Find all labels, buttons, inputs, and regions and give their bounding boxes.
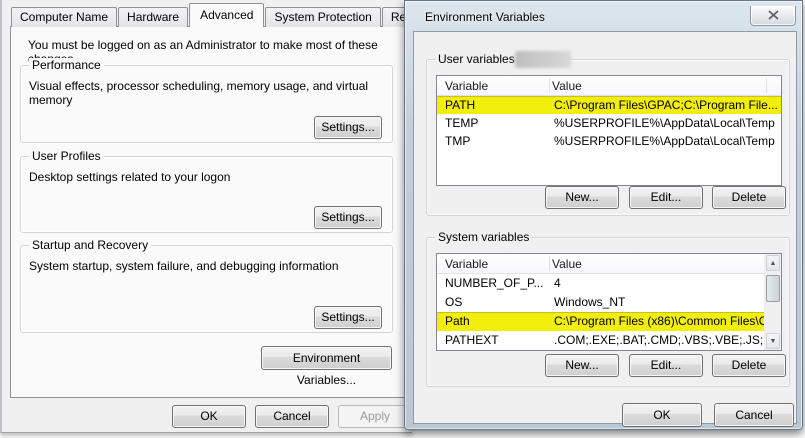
cancel-button[interactable]: Cancel <box>714 403 794 427</box>
system-properties-dialog: Computer Name Hardware Advanced System P… <box>0 0 412 433</box>
list-rows: PATH C:\Program Files\GPAC;C:\Program Fi… <box>437 96 781 150</box>
tab-system-protection[interactable]: System Protection <box>265 7 380 27</box>
ok-button[interactable]: OK <box>622 403 702 427</box>
system-variables-label: System variables <box>435 230 532 244</box>
user-profiles-group: User Profiles Desktop settings related t… <box>20 156 393 233</box>
list-rows: NUMBER_OF_P... 4 OS Windows_NT Path C:\P… <box>437 274 764 350</box>
vertical-scrollbar[interactable]: ▲ ▼ <box>764 254 781 350</box>
column-divider[interactable] <box>766 78 767 93</box>
startup-recovery-settings-button[interactable]: Settings... <box>314 306 382 329</box>
user-profiles-settings-button[interactable]: Settings... <box>314 206 382 229</box>
performance-settings-button[interactable]: Settings... <box>314 116 382 139</box>
column-header-variable[interactable]: Variable <box>445 254 545 274</box>
user-new-button[interactable]: New... <box>545 186 619 209</box>
advanced-tab-page: You must be logged on as an Administrato… <box>10 26 408 398</box>
performance-group-title: Performance <box>29 58 104 72</box>
environment-variables-button[interactable]: Environment Variables... <box>261 346 392 370</box>
cancel-button[interactable]: Cancel <box>255 405 329 428</box>
dialog-client-area: User variables Variable Value PATH <box>413 31 797 424</box>
table-row-number-of-processors[interactable]: NUMBER_OF_P... 4 <box>437 274 764 293</box>
list-header: Variable Value <box>437 76 781 96</box>
user-profiles-description: Desktop settings related to your logon <box>29 170 384 184</box>
column-divider[interactable] <box>549 78 550 93</box>
startup-recovery-group: Startup and Recovery System startup, sys… <box>20 245 393 333</box>
user-delete-button[interactable]: Delete <box>712 186 786 209</box>
list-header: Variable Value <box>437 254 764 274</box>
column-header-variable[interactable]: Variable <box>445 76 545 96</box>
column-divider[interactable] <box>549 256 550 271</box>
performance-description: Visual effects, processor scheduling, me… <box>29 79 384 107</box>
window-frame: Environment Variables User variables Var… <box>404 0 803 430</box>
tab-advanced[interactable]: Advanced <box>189 3 264 27</box>
table-row-tmp[interactable]: TMP %USERPROFILE%\AppData\Local\Temp <box>437 132 781 150</box>
tab-computer-name[interactable]: Computer Name <box>11 7 117 27</box>
startup-recovery-description: System startup, system failure, and debu… <box>29 259 384 273</box>
column-header-value[interactable]: Value <box>552 76 781 96</box>
startup-recovery-group-title: Startup and Recovery <box>29 238 151 252</box>
tab-strip: Computer Name Hardware Advanced System P… <box>11 6 443 27</box>
table-row-os[interactable]: OS Windows_NT <box>437 293 764 312</box>
table-row-path[interactable]: PATH C:\Program Files\GPAC;C:\Program Fi… <box>437 96 781 114</box>
tab-hardware[interactable]: Hardware <box>118 7 188 27</box>
window-title[interactable]: Environment Variables <box>425 10 545 24</box>
system-variables-list: Variable Value NUMBER_OF_P... 4 OS W <box>436 253 782 351</box>
redacted-username <box>515 51 571 68</box>
table-row-temp[interactable]: TEMP %USERPROFILE%\AppData\Local\Temp <box>437 114 781 132</box>
table-row-path[interactable]: Path C:\Program Files (x86)\Common Files… <box>437 312 764 331</box>
screen: Computer Name Hardware Advanced System P… <box>0 0 805 438</box>
apply-button: Apply <box>338 405 412 428</box>
scroll-up-icon[interactable]: ▲ <box>766 255 780 271</box>
system-new-button[interactable]: New... <box>545 354 619 377</box>
environment-variables-dialog: Environment Variables User variables Var… <box>404 0 803 438</box>
system-edit-button[interactable]: Edit... <box>629 354 703 377</box>
system-delete-button[interactable]: Delete <box>712 354 786 377</box>
user-profiles-group-title: User Profiles <box>29 149 104 163</box>
column-header-value[interactable]: Value <box>552 254 764 274</box>
table-row-pathext[interactable]: PATHEXT .COM;.EXE;.BAT;.CMD;.VBS;.VBE;.J… <box>437 331 764 350</box>
user-variables-list: Variable Value PATH C:\Program Files\GPA… <box>436 75 782 186</box>
user-edit-button[interactable]: Edit... <box>629 186 703 209</box>
close-button[interactable] <box>750 6 796 26</box>
user-variables-label: User variables <box>435 52 518 66</box>
scroll-down-icon[interactable]: ▼ <box>766 333 780 349</box>
performance-group: Performance Visual effects, processor sc… <box>20 65 393 143</box>
close-icon <box>768 9 779 23</box>
ok-button[interactable]: OK <box>172 405 246 428</box>
scrollbar-thumb[interactable] <box>766 275 780 302</box>
